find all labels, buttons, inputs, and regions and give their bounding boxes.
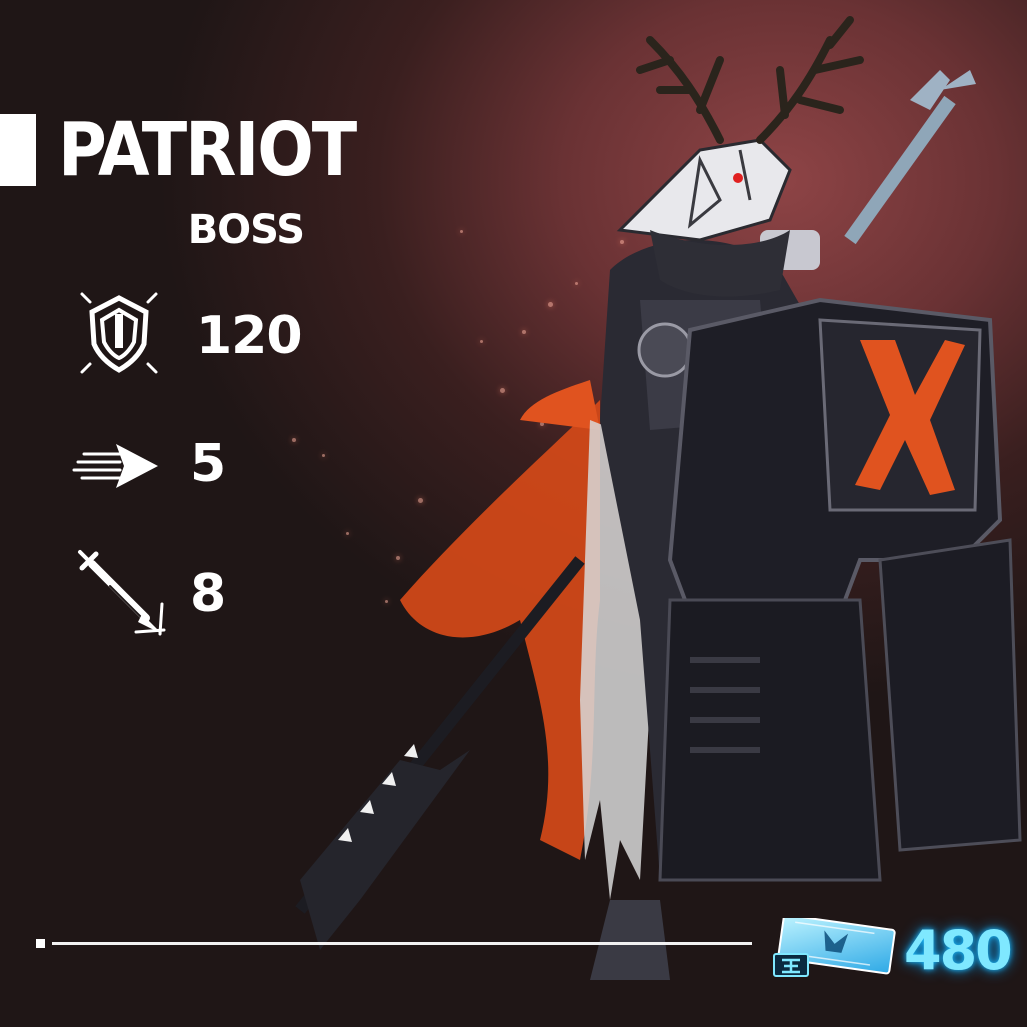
movement-value: 5 [190,434,226,494]
patriot-portrait [295,16,1022,980]
defense-value: 120 [196,306,303,366]
footer-divider [52,942,752,945]
attack-sword-icon [78,550,166,636]
ticket-icon [773,918,896,977]
defense-shield-icon [80,292,158,374]
divider-start-marker [36,939,45,948]
movement-speed-arrow-icon [72,444,158,488]
unit-rank: BOSS [187,207,305,253]
unit-name: PATRIOT [58,107,357,193]
attack-value: 8 [190,564,226,624]
unit-card: PATRIOT BOSS 120 5 8 480 [0,0,1027,1027]
deployment-cost: 480 [904,919,1013,982]
title-accent-bar [0,114,36,186]
